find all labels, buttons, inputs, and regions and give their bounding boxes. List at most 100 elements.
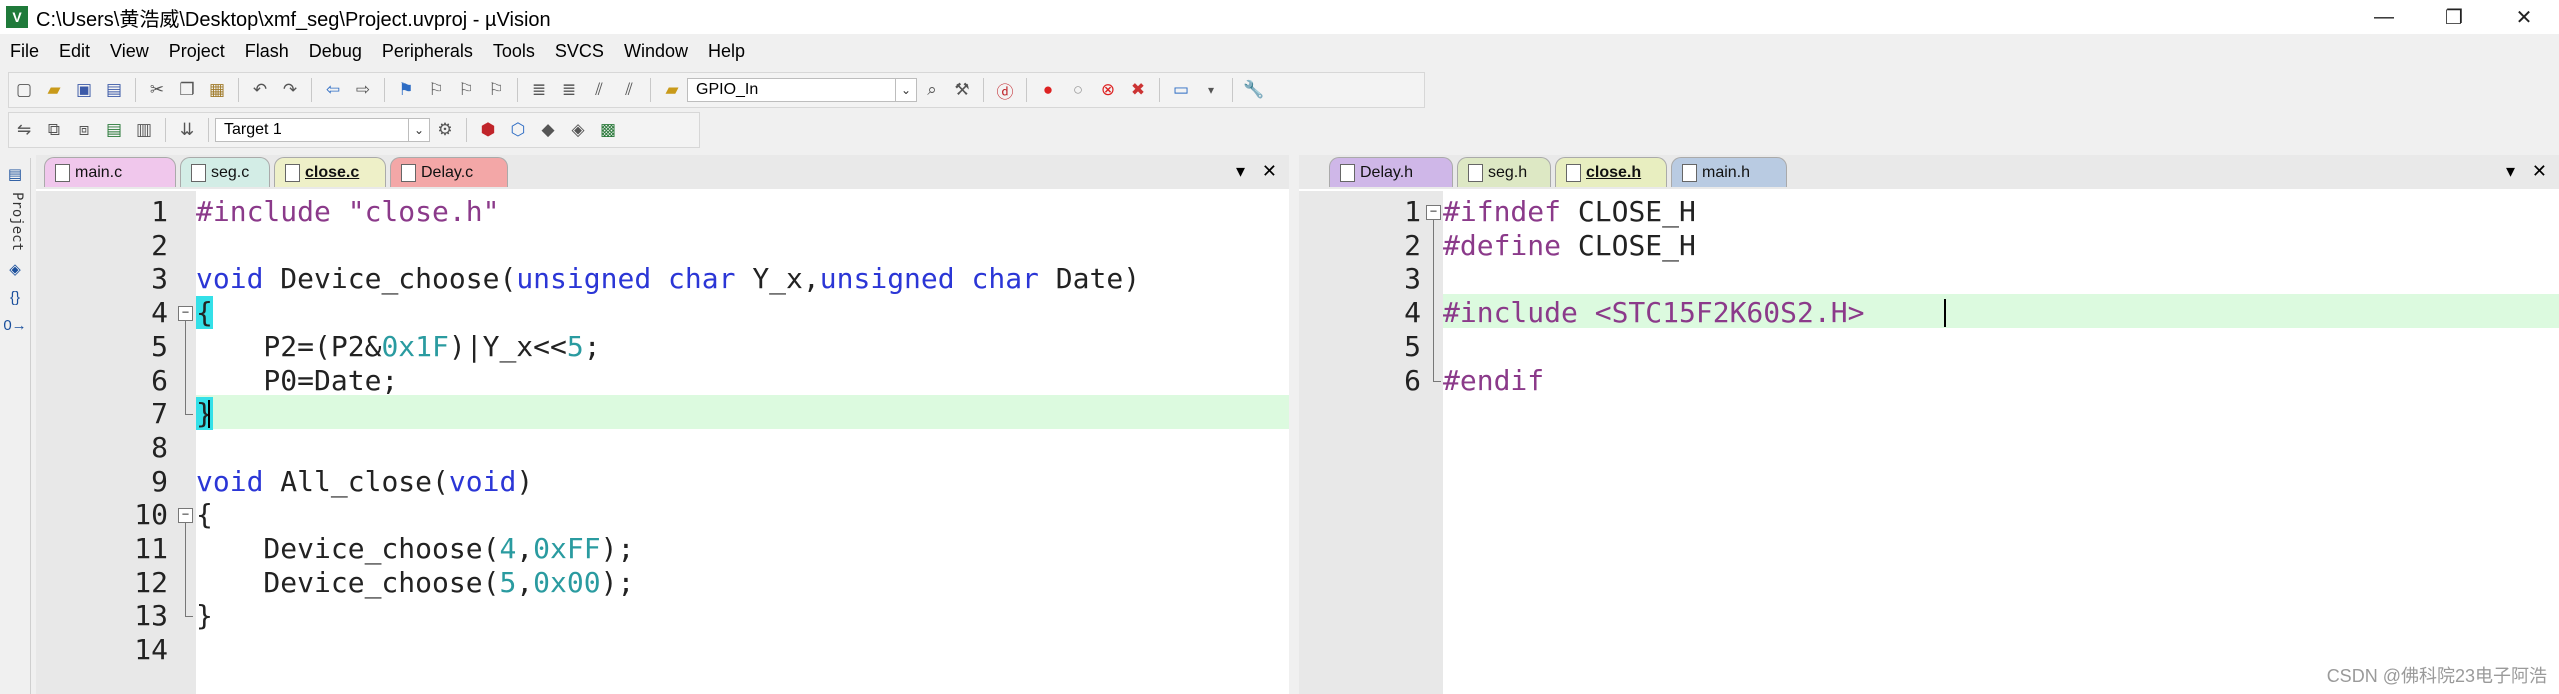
line-number: 3 — [151, 262, 168, 296]
templates-icon[interactable]: 0→ — [3, 313, 27, 337]
build-icon[interactable]: ⧉ — [41, 117, 67, 143]
manage-project-items-icon[interactable]: ⬢ — [475, 117, 501, 143]
tab-seg-c[interactable]: seg.c — [180, 157, 270, 187]
navigate-back-icon[interactable]: ⇦ — [320, 77, 346, 103]
close-button[interactable]: ✕ — [2489, 0, 2559, 34]
target-combo[interactable]: Target 1 ⌄ — [215, 118, 430, 142]
code-line[interactable]: { — [196, 296, 213, 330]
bookmark-next-icon[interactable]: ⚐ — [453, 77, 479, 103]
tab-main-c[interactable]: main.c — [44, 157, 176, 187]
bookmark-insert-icon[interactable]: ⚑ — [393, 77, 419, 103]
menu-help[interactable]: Help — [698, 41, 755, 62]
close-editor-icon[interactable]: ✕ — [1262, 161, 1277, 182]
uncomment-icon[interactable]: ⫽ — [616, 77, 642, 103]
redo-icon[interactable]: ↷ — [277, 77, 303, 103]
save-all-icon[interactable]: ▤ — [101, 77, 127, 103]
chevron-down-icon[interactable]: ⌄ — [895, 79, 916, 101]
new-file-icon[interactable]: ▢ — [11, 77, 37, 103]
tab-list-icon[interactable]: ▾ — [1236, 161, 1245, 182]
code-line[interactable]: } — [196, 599, 213, 632]
menu-flash[interactable]: Flash — [235, 41, 299, 62]
menu-file[interactable]: File — [0, 41, 49, 62]
minimize-button[interactable]: — — [2349, 0, 2419, 34]
menu-debug[interactable]: Debug — [299, 41, 372, 62]
open-file-icon[interactable]: ▰ — [41, 77, 67, 103]
undo-icon[interactable]: ↶ — [247, 77, 273, 103]
find-combo[interactable]: GPIO_In ⌄ — [687, 78, 917, 102]
indent-icon[interactable]: ≣ — [526, 77, 552, 103]
menu-tools[interactable]: Tools — [483, 41, 545, 62]
close-editor-icon[interactable]: ✕ — [2532, 161, 2547, 182]
tab-seg-h[interactable]: seg.h — [1457, 157, 1551, 187]
project-panel-label[interactable]: Project — [5, 192, 25, 251]
tab-delay-h[interactable]: Delay.h — [1329, 157, 1453, 187]
menu-view[interactable]: View — [100, 41, 159, 62]
code-line[interactable]: void Device_choose(unsigned char Y_x,uns… — [196, 262, 1140, 295]
tab-main-h[interactable]: main.h — [1671, 157, 1787, 187]
menu-edit[interactable]: Edit — [49, 41, 100, 62]
code-line[interactable]: #include <STC15F2K60S2.H> — [1443, 296, 1864, 329]
fold-toggle-icon[interactable]: − — [178, 306, 193, 322]
code-line[interactable]: } — [196, 397, 213, 431]
code-line[interactable]: #include "close.h" — [196, 195, 499, 228]
rebuild-icon[interactable]: ⧈ — [71, 117, 97, 143]
find-in-files-icon[interactable]: ▰ — [659, 77, 685, 103]
menu-window[interactable]: Window — [614, 41, 698, 62]
uvision-app-icon[interactable]: V — [6, 6, 28, 28]
pack-installer-icon[interactable]: ◈ — [565, 117, 591, 143]
download-icon[interactable]: ⇊ — [174, 117, 200, 143]
paste-icon[interactable]: ▦ — [204, 77, 230, 103]
comment-icon[interactable]: ⫽ — [586, 77, 612, 103]
left-code-editor[interactable]: 1 #include "close.h" 2 3 void Device_choose(… — [36, 191, 1289, 694]
batch-build-icon[interactable]: ▤ — [101, 117, 127, 143]
code-line[interactable]: P2=(P2&0x1F)|Y_x<<5; — [196, 330, 600, 363]
chevron-down-icon[interactable]: ⌄ — [408, 119, 429, 141]
enable-breakpoint-icon[interactable]: ○ — [1065, 77, 1091, 103]
window-layout-icon[interactable]: ▭ — [1168, 77, 1194, 103]
code-line[interactable]: Device_choose(5,0x00); — [196, 566, 634, 599]
code-line[interactable]: #define CLOSE_H — [1443, 229, 1696, 262]
run-time-environment-icon[interactable]: ▩ — [595, 117, 621, 143]
incremental-find-icon[interactable]: ⚒ — [949, 77, 975, 103]
books-icon[interactable]: ◈ — [3, 257, 27, 281]
save-icon[interactable]: ▣ — [71, 77, 97, 103]
translate-icon[interactable]: ⇋ — [11, 117, 37, 143]
bookmark-clear-icon[interactable]: ⚐ — [483, 77, 509, 103]
tab-delay-c[interactable]: Delay.c — [390, 157, 508, 187]
cut-icon[interactable]: ✂ — [144, 77, 170, 103]
code-line[interactable]: Device_choose(4,0xFF); — [196, 532, 634, 565]
configure-icon[interactable]: 🔧 — [1241, 77, 1267, 103]
code-line[interactable]: #ifndef CLOSE_H — [1443, 195, 1696, 228]
copy-icon[interactable]: ❐ — [174, 77, 200, 103]
dropdown-arrow-icon[interactable]: ▾ — [1198, 77, 1224, 103]
functions-icon[interactable]: {} — [3, 285, 27, 309]
navigate-forward-icon[interactable]: ⇨ — [350, 77, 376, 103]
kill-breakpoints-icon[interactable]: ✖ — [1125, 77, 1151, 103]
right-code-editor[interactable]: 1 #ifndef CLOSE_H 2 #define CLOSE_H 3 4 #inclu… — [1299, 191, 2559, 694]
options-for-target-icon[interactable]: ⚙ — [432, 117, 458, 143]
menu-peripherals[interactable]: Peripherals — [372, 41, 483, 62]
code-line[interactable]: { — [196, 498, 213, 531]
project-window-icon[interactable]: ▤ — [3, 162, 27, 186]
disable-breakpoints-icon[interactable]: ⊗ — [1095, 77, 1121, 103]
select-packs-icon[interactable]: ⬡ — [505, 117, 531, 143]
fold-toggle-icon[interactable]: − — [1426, 205, 1441, 220]
start-debug-icon[interactable]: ⓓ — [992, 77, 1018, 103]
code-line[interactable]: void All_close(void) — [196, 465, 533, 498]
manage-components-icon[interactable]: ◆ — [535, 117, 561, 143]
fold-toggle-icon[interactable]: − — [178, 508, 193, 524]
tab-label: Delay.h — [1360, 163, 1414, 181]
bookmark-prev-icon[interactable]: ⚐ — [423, 77, 449, 103]
restore-button[interactable]: ❐ — [2419, 0, 2489, 34]
unindent-icon[interactable]: ≣ — [556, 77, 582, 103]
menu-svcs[interactable]: SVCS — [545, 41, 614, 62]
tab-close-h[interactable]: close.h — [1555, 157, 1667, 187]
code-line[interactable]: P0=Date; — [196, 364, 398, 397]
find-icon[interactable]: ⌕ — [919, 77, 945, 103]
tab-close-c[interactable]: close.c — [274, 157, 386, 187]
menu-project[interactable]: Project — [159, 41, 235, 62]
stop-build-icon[interactable]: ▥ — [131, 117, 157, 143]
insert-breakpoint-icon[interactable]: ● — [1035, 77, 1061, 103]
code-line[interactable]: #endif — [1443, 364, 1544, 397]
tab-list-icon[interactable]: ▾ — [2506, 161, 2515, 182]
